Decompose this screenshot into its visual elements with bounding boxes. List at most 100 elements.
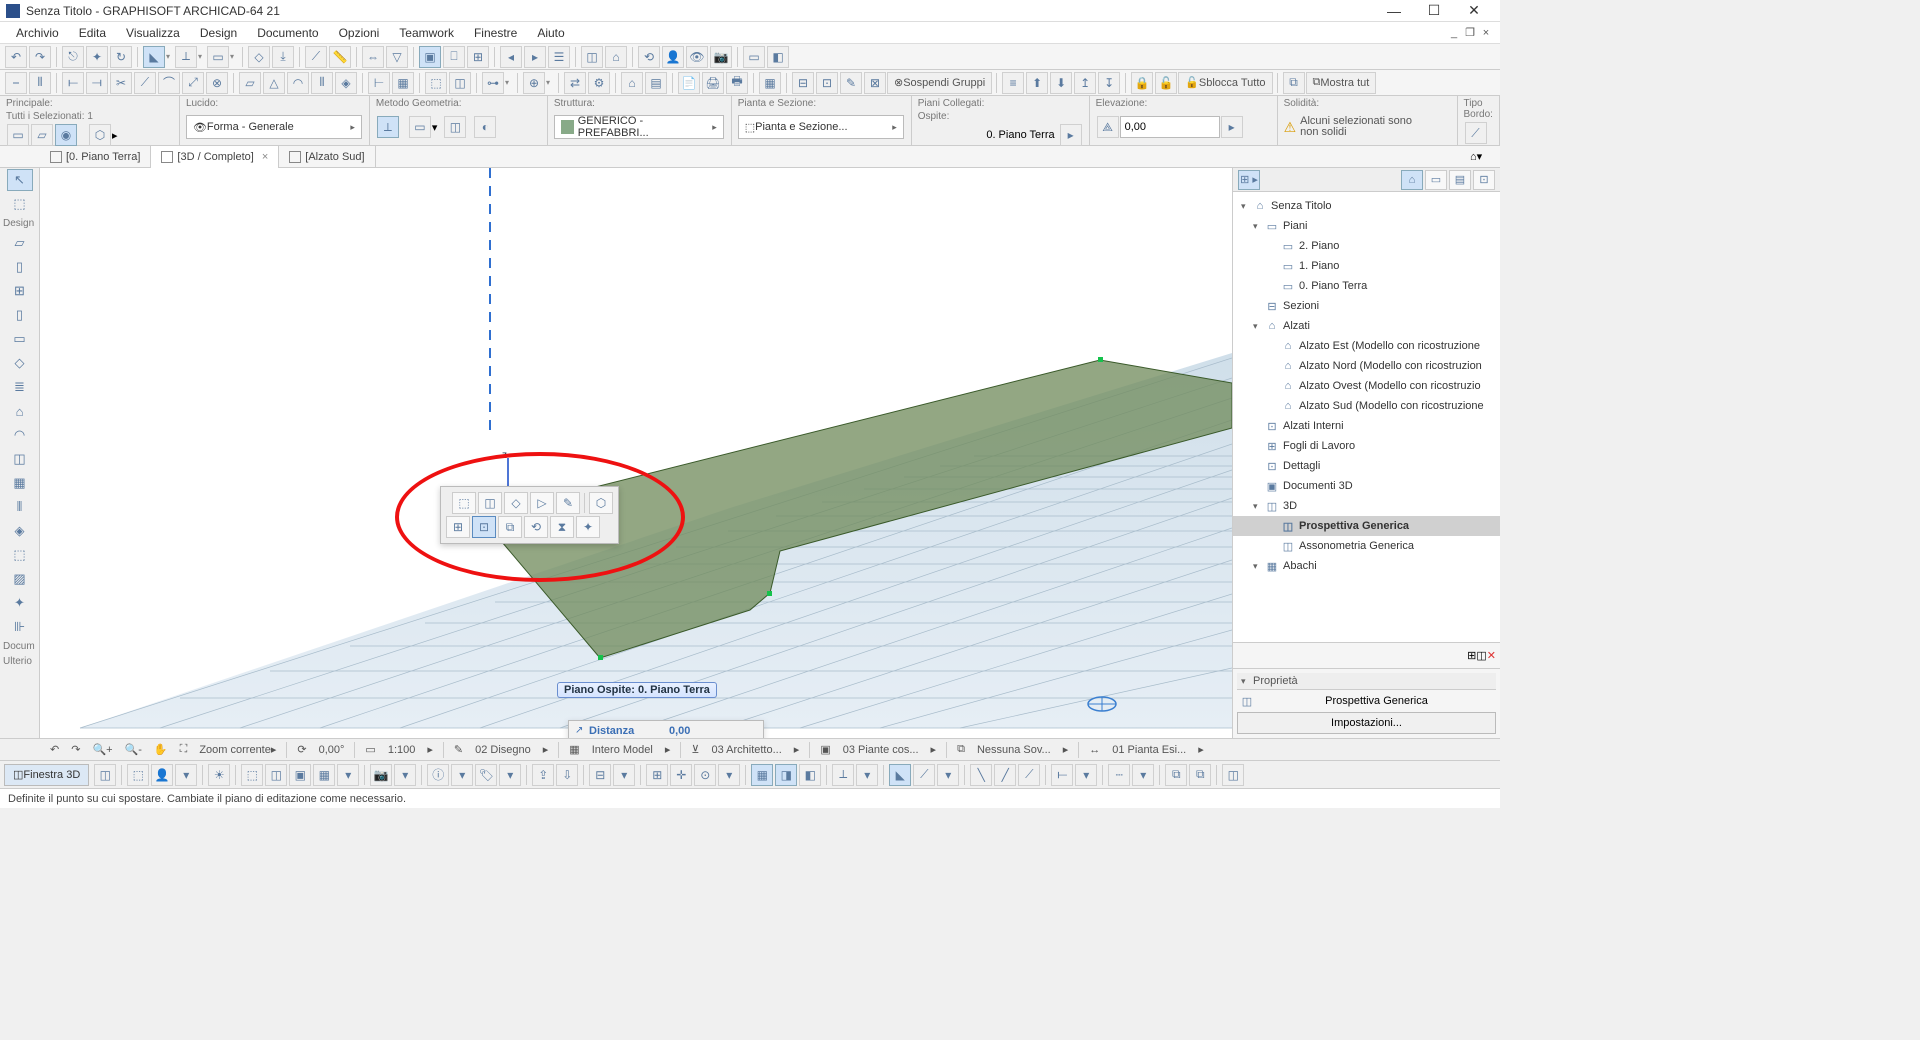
penset-icon[interactable]: ✎ <box>449 741 468 759</box>
home-icon[interactable]: ⌂ <box>621 72 643 94</box>
zone-tool[interactable]: ▨ <box>7 568 33 590</box>
morph-icon[interactable]: ◈ <box>335 72 357 94</box>
tree-piani[interactable]: ▾▭Piani <box>1233 216 1500 236</box>
dimension-style-value[interactable]: 01 Pianta Esi... <box>1107 741 1191 759</box>
elevation-ref-icon[interactable]: ▸ <box>1221 116 1243 138</box>
roof-icon[interactable]: △ <box>263 72 285 94</box>
attributes-icon[interactable]: ▦ <box>759 72 781 94</box>
tree-floor-0[interactable]: ▭0. Piano Terra <box>1233 276 1500 296</box>
publish-icon[interactable]: 📄 <box>678 72 700 94</box>
bb-end-icon[interactable]: ◫ <box>1222 764 1244 786</box>
settings-button[interactable]: Impostazioni... <box>1237 712 1496 734</box>
tree-3d[interactable]: ▾◫3D <box>1233 496 1500 516</box>
bb-guide2-icon[interactable]: ⟋ <box>913 764 935 786</box>
trace-toggle[interactable]: ▣ <box>419 46 441 68</box>
bb-import-icon[interactable]: ⇩ <box>556 764 578 786</box>
suspend-groups-button[interactable]: ⊗ Sospendi Gruppi <box>887 72 992 94</box>
tree-alzato-ovest[interactable]: ⌂Alzato Ovest (Modello con ricostruzio <box>1233 376 1500 396</box>
bb-wire-icon[interactable]: ⬚ <box>241 764 263 786</box>
measure-icon[interactable]: 📏 <box>329 46 351 68</box>
renovation-icon[interactable]: ▣ <box>815 741 835 759</box>
bb-offset2-icon[interactable]: ⟝ <box>1051 764 1073 786</box>
mdi-close[interactable]: × <box>1478 27 1494 39</box>
level-icon[interactable]: ▽ <box>386 46 408 68</box>
lamp-tool[interactable]: ✦ <box>7 592 33 614</box>
marquee-3d-icon[interactable]: ◧ <box>767 46 789 68</box>
close-tab-icon[interactable]: × <box>262 151 268 163</box>
3d-viewport[interactable]: z y x ⬚ ◫ ◇ ▷ ✎ ⬡ ⊞ ⊡ ⧉ ⟲ ⧗ ✦ <box>40 168 1232 738</box>
bb-hidden-icon[interactable]: ◫ <box>265 764 287 786</box>
model-view-value[interactable]: Intero Model <box>587 741 658 759</box>
zoom-in-icon[interactable]: 🔍+ <box>87 741 117 759</box>
extend-icon[interactable]: ⟞ <box>86 72 108 94</box>
shell-tool[interactable]: ◠ <box>7 424 33 446</box>
pet-dragcopy-icon[interactable]: ⧉ <box>498 516 522 538</box>
bb-textured-icon[interactable]: ▦ <box>313 764 335 786</box>
tree-root[interactable]: ▾⌂Senza Titolo <box>1233 196 1500 216</box>
renovation-value[interactable]: 03 Piante cos... <box>838 741 924 759</box>
solid-ops-icon[interactable]: ⊕ <box>523 72 545 94</box>
menu-edita[interactable]: Edita <box>69 24 116 42</box>
magic-wand-icon[interactable]: ✦ <box>86 46 108 68</box>
geom-method-1-icon[interactable]: ⟂ <box>377 116 399 138</box>
align-icon[interactable]: ⎯ <box>5 72 27 94</box>
roof-tool[interactable]: ⌂ <box>7 400 33 422</box>
connect-icon[interactable]: ⊶ <box>482 72 504 94</box>
geom-method-4-icon[interactable]: ◐ <box>474 116 496 138</box>
override-combo-icon[interactable]: ⧉ <box>952 741 970 759</box>
trace-diff-icon[interactable]: ⊞ <box>467 46 489 68</box>
bb-line3-icon[interactable]: ⟋ <box>1018 764 1040 786</box>
layers-icon[interactable]: ⧉ <box>1283 72 1305 94</box>
open-floorplan-icon[interactable]: ⌂ <box>605 46 627 68</box>
door-tool[interactable]: ▯ <box>7 256 33 278</box>
menu-opzioni[interactable]: Opzioni <box>329 24 390 42</box>
undo-button[interactable]: ↶ <box>5 46 27 68</box>
morph-tool[interactable]: ◈ <box>7 520 33 542</box>
current-tool-icon[interactable]: ◉ <box>55 124 77 146</box>
tab-alzato-sud[interactable]: [Alzato Sud] <box>279 146 375 168</box>
column-tool[interactable]: ▯ <box>7 304 33 326</box>
menu-aiuto[interactable]: Aiuto <box>527 24 574 42</box>
open-3d-icon[interactable]: ◫ <box>581 46 603 68</box>
profile-icon[interactable]: ⬚ <box>425 72 447 94</box>
explore-icon[interactable]: 👤 <box>662 46 684 68</box>
nav-layout-book-icon[interactable]: ▤ <box>1449 170 1471 190</box>
settings-dialog-icon[interactable]: ⬡ <box>89 124 111 146</box>
plot-icon[interactable]: 🖶 <box>726 72 748 94</box>
pet-elevate-icon[interactable]: ▷ <box>530 492 554 514</box>
mdi-restore[interactable]: ❐ <box>1462 26 1478 39</box>
pet-drag-icon[interactable]: ⊡ <box>472 516 496 538</box>
gravity-icon[interactable]: ⤓ <box>272 46 294 68</box>
mesh-icon[interactable]: ⫴ <box>311 72 333 94</box>
nav-publisher-icon[interactable]: ⊡ <box>1473 170 1495 190</box>
nav-back-icon[interactable]: ↶ <box>45 741 64 759</box>
tree-alzato-sud[interactable]: ⌂Alzato Sud (Modello con ricostruzione <box>1233 396 1500 416</box>
scale-icon[interactable]: ▭ <box>360 741 380 759</box>
bb-perspective-icon[interactable]: ◫ <box>94 764 116 786</box>
dimension-style-icon[interactable]: ↔ <box>1084 741 1105 759</box>
slab-tool[interactable]: ◇ <box>7 352 33 374</box>
menu-archivio[interactable]: Archivio <box>6 24 69 42</box>
pet-mirror2-icon[interactable]: ⧗ <box>550 516 574 538</box>
bring-fwd-icon[interactable]: ↥ <box>1074 72 1096 94</box>
zoom-current-dropdown[interactable]: Zoom corrente ▸ <box>194 741 281 759</box>
edit-group-icon[interactable]: ✎ <box>840 72 862 94</box>
menu-teamwork[interactable]: Teamwork <box>389 24 464 42</box>
layout-icon[interactable]: ▤ <box>645 72 667 94</box>
elevation-anchor-icon[interactable]: ⟁ <box>1097 116 1119 138</box>
display-order-icon[interactable]: ≡ <box>1002 72 1024 94</box>
nav-popup-toggle[interactable]: ⊞ ▸ <box>1238 170 1260 190</box>
dimension-icon[interactable]: ⇔ <box>362 46 384 68</box>
menu-design[interactable]: Design <box>190 24 247 42</box>
grid-snap-icon[interactable]: ▭ <box>207 46 229 68</box>
camera-icon[interactable]: 📷 <box>710 46 732 68</box>
scale-value[interactable]: 1:100 <box>383 741 421 759</box>
nav-view-map-icon[interactable]: ▭ <box>1425 170 1447 190</box>
ungroup-icon[interactable]: ⊡ <box>816 72 838 94</box>
repeat-icon[interactable]: ↻ <box>110 46 132 68</box>
slab-icon[interactable]: ▱ <box>239 72 261 94</box>
nav-project-map-icon[interactable]: ⌂ <box>1401 170 1423 190</box>
graphic-override-value[interactable]: 03 Architetto... <box>706 741 786 759</box>
tab-3d-completo[interactable]: [3D / Completo]× <box>151 146 279 168</box>
nav-save-view-icon[interactable]: ◫ <box>1476 649 1486 662</box>
